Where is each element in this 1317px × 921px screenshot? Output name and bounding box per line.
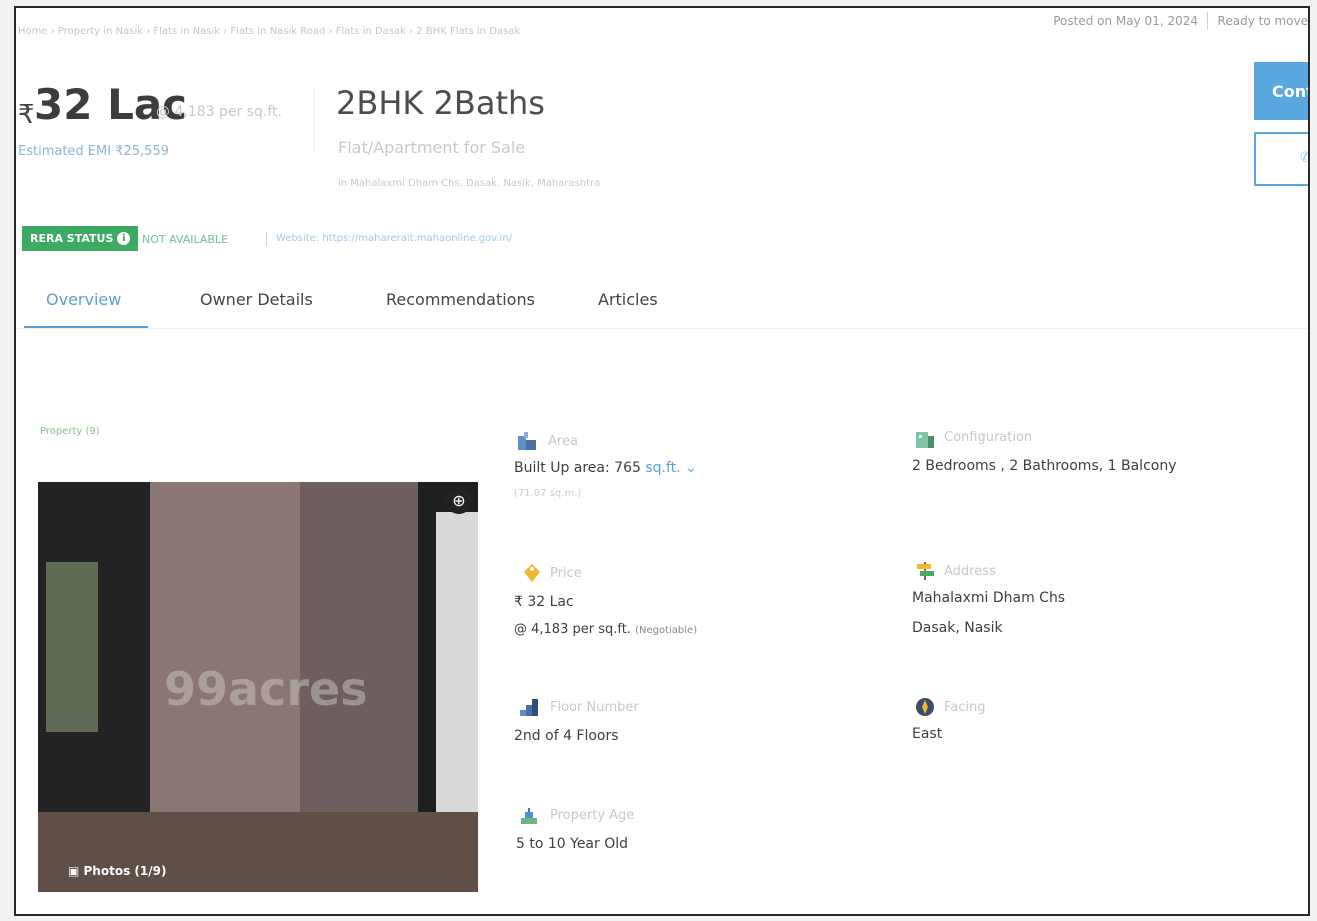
address-label: Address [944, 564, 996, 579]
phone-icon: ✆ [1300, 150, 1308, 166]
gallery-label: Property (9) [40, 426, 100, 437]
floor-icon [520, 699, 538, 716]
currency-symbol: ₹ [18, 100, 35, 130]
facing-value: East [912, 726, 943, 742]
ready-status: Ready to move [1217, 14, 1308, 28]
property-age-icon [521, 808, 537, 824]
facing-label: Facing [944, 700, 986, 715]
compass-icon [916, 698, 934, 716]
signpost-icon [917, 562, 934, 580]
configuration-value: 2 Bedrooms , 2 Bathrooms, 1 Balcony [912, 458, 1177, 474]
photos-count-button[interactable]: ▣ Photos (1/9) [68, 864, 166, 878]
configuration-label: Configuration [944, 430, 1033, 445]
floor-number: 2nd [514, 728, 541, 744]
price-per-sqft-detail: @ 4,183 per sq.ft. (Negotiable) [514, 622, 697, 637]
floor-total: of 4 Floors [545, 728, 619, 744]
address-line2: Dasak, Nasik [912, 620, 1003, 636]
rera-status-badge: RERA STATUS i [22, 226, 139, 251]
listing-title: 2BHK 2Baths [336, 84, 545, 122]
breadcrumb[interactable]: Home › Property in Nasik › Flats in Nasi… [18, 26, 520, 37]
listing-subtitle: Flat/Apartment for Sale [338, 138, 526, 157]
price-tag-icon [524, 564, 540, 582]
photos-count: Photos (1/9) [83, 864, 167, 878]
area-sqm: (71.07 sq.m.) [514, 488, 582, 499]
property-photo[interactable]: 99acres ⊕ ▣ Photos (1/9) [38, 482, 478, 892]
chevron-down-icon: ⌄ [685, 460, 697, 476]
posted-date: Posted on May 01, 2024 [1053, 14, 1198, 28]
unit-label: sq.ft. [645, 460, 681, 476]
floor-label: Floor Number [550, 700, 639, 715]
area-icon [518, 432, 536, 450]
property-age-label: Property Age [550, 808, 635, 823]
header-vertical-divider [314, 88, 315, 152]
tab-recommendations[interactable]: Recommendations [386, 290, 535, 309]
watermark: 99acres [164, 662, 368, 716]
property-age-value: 5 to 10 Year Old [516, 836, 629, 852]
area-label: Area [548, 434, 578, 449]
image-icon: ▣ [68, 864, 84, 878]
header-divider [1207, 12, 1208, 30]
area-builtup: Built Up area: 765 [514, 460, 641, 476]
floor [38, 812, 478, 892]
price-label: Price [550, 566, 582, 581]
rera-divider [266, 232, 267, 246]
tab-owner-details[interactable]: Owner Details [200, 290, 313, 309]
rera-badge-label: RERA STATUS [30, 232, 114, 245]
contact-button[interactable]: Cont [1254, 62, 1308, 120]
tabs-divider [16, 328, 1308, 329]
rera-status-value: NOT AVAILABLE [142, 233, 229, 246]
listing-location: in Mahalaxmi Dham Chs, Dasak, Nasik, Mah… [338, 178, 601, 189]
unit-selector[interactable]: sq.ft. ⌄ [645, 460, 696, 476]
zoom-icon[interactable]: ⊕ [446, 488, 472, 514]
price-value: ₹ 32 Lac [514, 594, 574, 610]
rera-website-link[interactable]: Website: https://maharerait.mahaonline.g… [276, 233, 512, 244]
configuration-icon [916, 432, 934, 448]
window [38, 482, 150, 812]
floor-value: 2nd of 4 Floors [514, 728, 619, 744]
tab-articles[interactable]: Articles [598, 290, 658, 309]
estimated-emi-link[interactable]: Estimated EMI ₹25,559 [18, 144, 169, 159]
page-frame: Home › Property in Nasik › Flats in Nasi… [14, 6, 1310, 916]
price-per-sqft: @ 4,183 per sq.ft. [156, 104, 282, 120]
negotiable-note: (Negotiable) [635, 625, 698, 636]
secondary-cta-button[interactable]: ✆ [1254, 132, 1308, 186]
tab-overview[interactable]: Overview [46, 290, 121, 309]
area-value: Built Up area: 765 sq.ft. ⌄ [514, 460, 697, 476]
price-per-sqft-value: @ 4,183 per sq.ft. [514, 622, 631, 637]
address-line1: Mahalaxmi Dham Chs [912, 590, 1066, 606]
info-icon[interactable]: i [117, 232, 131, 245]
